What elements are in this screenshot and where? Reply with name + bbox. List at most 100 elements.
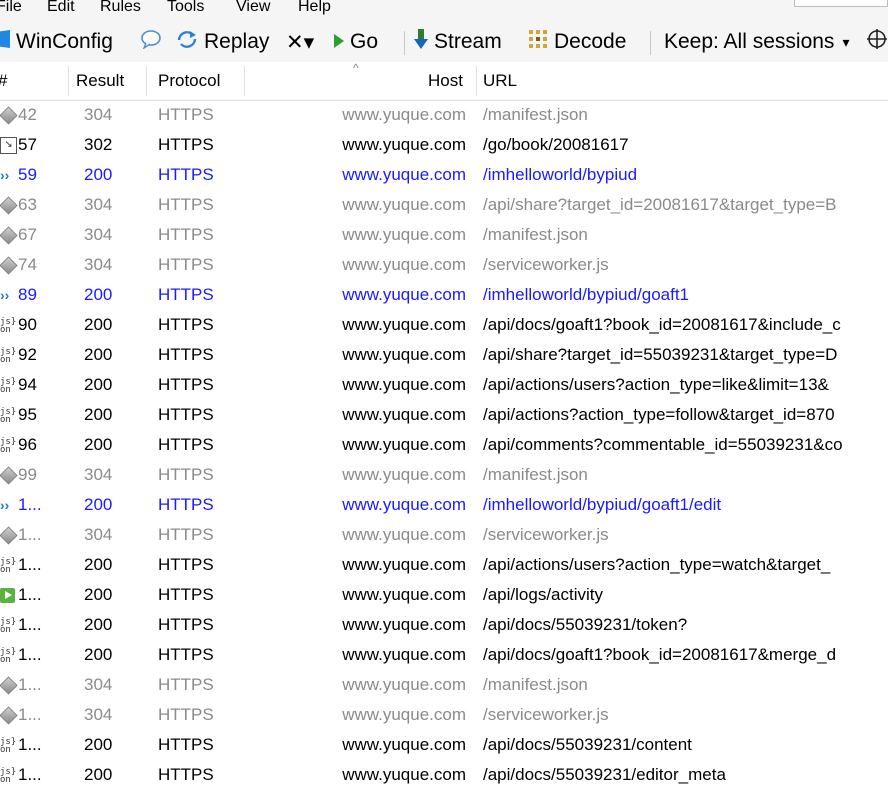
session-url: /serviceworker.js: [483, 255, 609, 274]
stream-label: Stream: [434, 30, 502, 53]
remove-dropdown-button[interactable]: ✕▾: [286, 22, 314, 62]
session-url: /api/logs/activity: [483, 585, 603, 604]
menu-tools[interactable]: Tools: [167, 0, 204, 16]
keep-sessions-dropdown[interactable]: Keep: All sessions ▾: [664, 22, 849, 62]
session-result: 304: [84, 105, 113, 124]
session-result: 200: [84, 165, 113, 184]
session-row[interactable]: ›› 1... 200 HTTPS www.yuque.com/imhelloworld…: [0, 490, 888, 520]
session-url: /serviceworker.js: [483, 525, 609, 544]
session-row[interactable]: ›› 89 200 HTTPS www.yuque.com/imhelloworld/b…: [0, 280, 888, 310]
session-type-cell: ↘: [0, 130, 18, 160]
session-result: 200: [84, 615, 113, 634]
session-url: /api/actions/users?action_type=watch&tar…: [483, 555, 831, 574]
cached-response-icon: [0, 525, 18, 545]
replay-button[interactable]: Replay: [176, 22, 269, 62]
session-row[interactable]: 74 304 HTTPS www.yuque.com/serviceworker.js: [0, 250, 888, 280]
toolbar-divider: [404, 31, 405, 55]
json-icon: js} on: [0, 646, 17, 665]
session-row[interactable]: 1... 304 HTTPS www.yuque.com/serviceworker.…: [0, 520, 888, 550]
go-button[interactable]: Go: [334, 22, 378, 62]
session-result: 304: [84, 465, 113, 484]
session-row[interactable]: 99 304 HTTPS www.yuque.com/manifest.json: [0, 460, 888, 490]
crosshair-icon: [866, 28, 888, 56]
session-type-cell: js} on: [0, 610, 18, 640]
session-row[interactable]: 1... 304 HTTPS www.yuque.com/serviceworker.…: [0, 700, 888, 730]
session-host: www.yuque.com: [342, 585, 466, 604]
stream-icon: [414, 29, 428, 55]
column-divider[interactable]: [146, 66, 147, 96]
cached-response-icon: [0, 675, 18, 695]
toolbar-divider: [650, 31, 651, 55]
session-host: www.yuque.com: [342, 405, 466, 424]
session-host: www.yuque.com: [342, 285, 466, 304]
session-url: /api/docs/55039231/content: [483, 735, 692, 754]
json-icon: js} on: [0, 736, 17, 755]
session-type-cell: [0, 190, 18, 220]
session-row[interactable]: 63 304 HTTPS www.yuque.com/api/share?target…: [0, 190, 888, 220]
menu-file[interactable]: File: [0, 0, 22, 16]
session-result: 304: [84, 705, 113, 724]
session-row[interactable]: 67 304 HTTPS www.yuque.com/manifest.json: [0, 220, 888, 250]
session-row[interactable]: js} on 90 200 HTTPS www.yuque.com/api/docs/go…: [0, 310, 888, 340]
session-url: /api/share?target_id=20081617&target_typ…: [483, 195, 837, 214]
session-list: 42 304 HTTPS www.yuque.com/manifest.json ↘ 57…: [0, 100, 888, 790]
session-number: 1...: [18, 765, 42, 784]
replay-label: Replay: [204, 30, 270, 53]
column-header-host[interactable]: Host: [428, 62, 463, 100]
session-row[interactable]: js} on 1... 200 HTTPS www.yuque.com/api/docs/…: [0, 730, 888, 760]
sort-indicator-icon: ^: [353, 61, 359, 75]
column-header-url[interactable]: URL: [483, 62, 517, 100]
session-number: 1...: [18, 705, 42, 724]
session-type-cell: [0, 220, 18, 250]
keep-label: Keep: All sessions: [664, 30, 835, 53]
session-url: /manifest.json: [483, 675, 588, 694]
stream-button[interactable]: Stream: [414, 22, 502, 62]
session-row[interactable]: js} on 92 200 HTTPS www.yuque.com/api/share?t…: [0, 340, 888, 370]
session-row[interactable]: js} on 95 200 HTTPS www.yuque.com/api/actions…: [0, 400, 888, 430]
target-button[interactable]: [866, 22, 888, 62]
session-row[interactable]: ›› 59 200 HTTPS www.yuque.com/imhelloworld/b…: [0, 160, 888, 190]
decode-button[interactable]: Decode: [528, 22, 626, 62]
session-number: 89: [18, 285, 37, 304]
session-row[interactable]: js} on 1... 200 HTTPS www.yuque.com/api/actio…: [0, 550, 888, 580]
session-row[interactable]: 1... 304 HTTPS www.yuque.com/manifest.json: [0, 670, 888, 700]
remove-label: ✕▾: [286, 30, 315, 54]
session-result: 200: [84, 585, 113, 604]
session-result: 200: [84, 735, 113, 754]
column-divider[interactable]: [68, 66, 69, 96]
session-host: www.yuque.com: [342, 435, 466, 454]
session-host: www.yuque.com: [342, 135, 466, 154]
play-icon: [334, 30, 344, 54]
session-number: 1...: [18, 675, 42, 694]
session-row[interactable]: js} on 1... 200 HTTPS www.yuque.com/api/docs/…: [0, 610, 888, 640]
session-row[interactable]: js} on 1... 200 HTTPS www.yuque.com/api/docs/…: [0, 760, 888, 790]
menu-help[interactable]: Help: [298, 0, 331, 16]
session-type-cell: [0, 250, 18, 280]
column-divider[interactable]: [244, 66, 245, 96]
menu-rules[interactable]: Rules: [100, 0, 141, 16]
session-list-header: # Result Protocol Host URL: [0, 62, 888, 101]
session-url: /imhelloworld/bypiud: [483, 165, 638, 184]
session-result: 200: [84, 435, 113, 454]
column-divider[interactable]: [476, 66, 477, 96]
winconfig-button[interactable]: WinConfig: [0, 22, 113, 62]
session-result: 200: [84, 765, 113, 784]
decode-icon: [528, 29, 548, 55]
session-type-cell: [0, 670, 18, 700]
chevron-down-icon: ▾: [842, 33, 850, 50]
menu-edit[interactable]: Edit: [47, 0, 75, 16]
session-row[interactable]: js} on 96 200 HTTPS www.yuque.com/api/comment…: [0, 430, 888, 460]
quickexec-box-edge[interactable]: [794, 0, 888, 7]
column-header-protocol[interactable]: Protocol: [158, 62, 220, 100]
comment-button[interactable]: [140, 22, 168, 62]
session-row[interactable]: 42 304 HTTPS www.yuque.com/manifest.json: [0, 100, 888, 130]
session-row[interactable]: ↘ 57 302 HTTPS www.yuque.com/go/book/2008161…: [0, 130, 888, 160]
column-header-number[interactable]: #: [0, 62, 7, 100]
session-number: 57: [18, 135, 37, 154]
session-host: www.yuque.com: [342, 675, 466, 694]
column-header-result[interactable]: Result: [76, 62, 124, 100]
session-row[interactable]: 1... 200 HTTPS www.yuque.com/api/logs/activ…: [0, 580, 888, 610]
session-row[interactable]: js} on 94 200 HTTPS www.yuque.com/api/actions…: [0, 370, 888, 400]
session-row[interactable]: js} on 1... 200 HTTPS www.yuque.com/api/docs/…: [0, 640, 888, 670]
menu-view[interactable]: View: [236, 0, 270, 16]
